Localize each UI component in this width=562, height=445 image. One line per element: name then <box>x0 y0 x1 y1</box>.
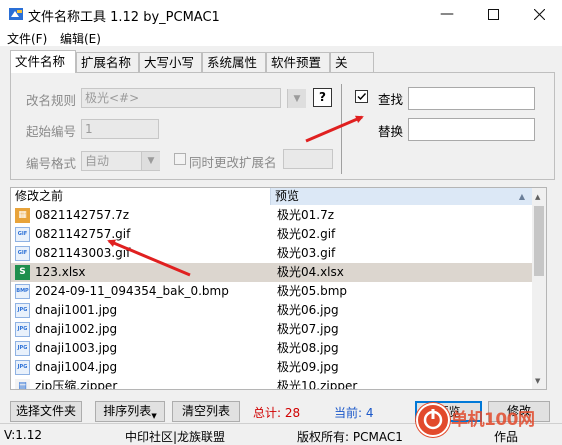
red-arrow-to-list <box>107 239 191 277</box>
tab-filename[interactable]: 文件名称 <box>10 50 76 73</box>
annotation-layer <box>107 115 364 277</box>
red-arrow-to-find <box>305 115 364 143</box>
